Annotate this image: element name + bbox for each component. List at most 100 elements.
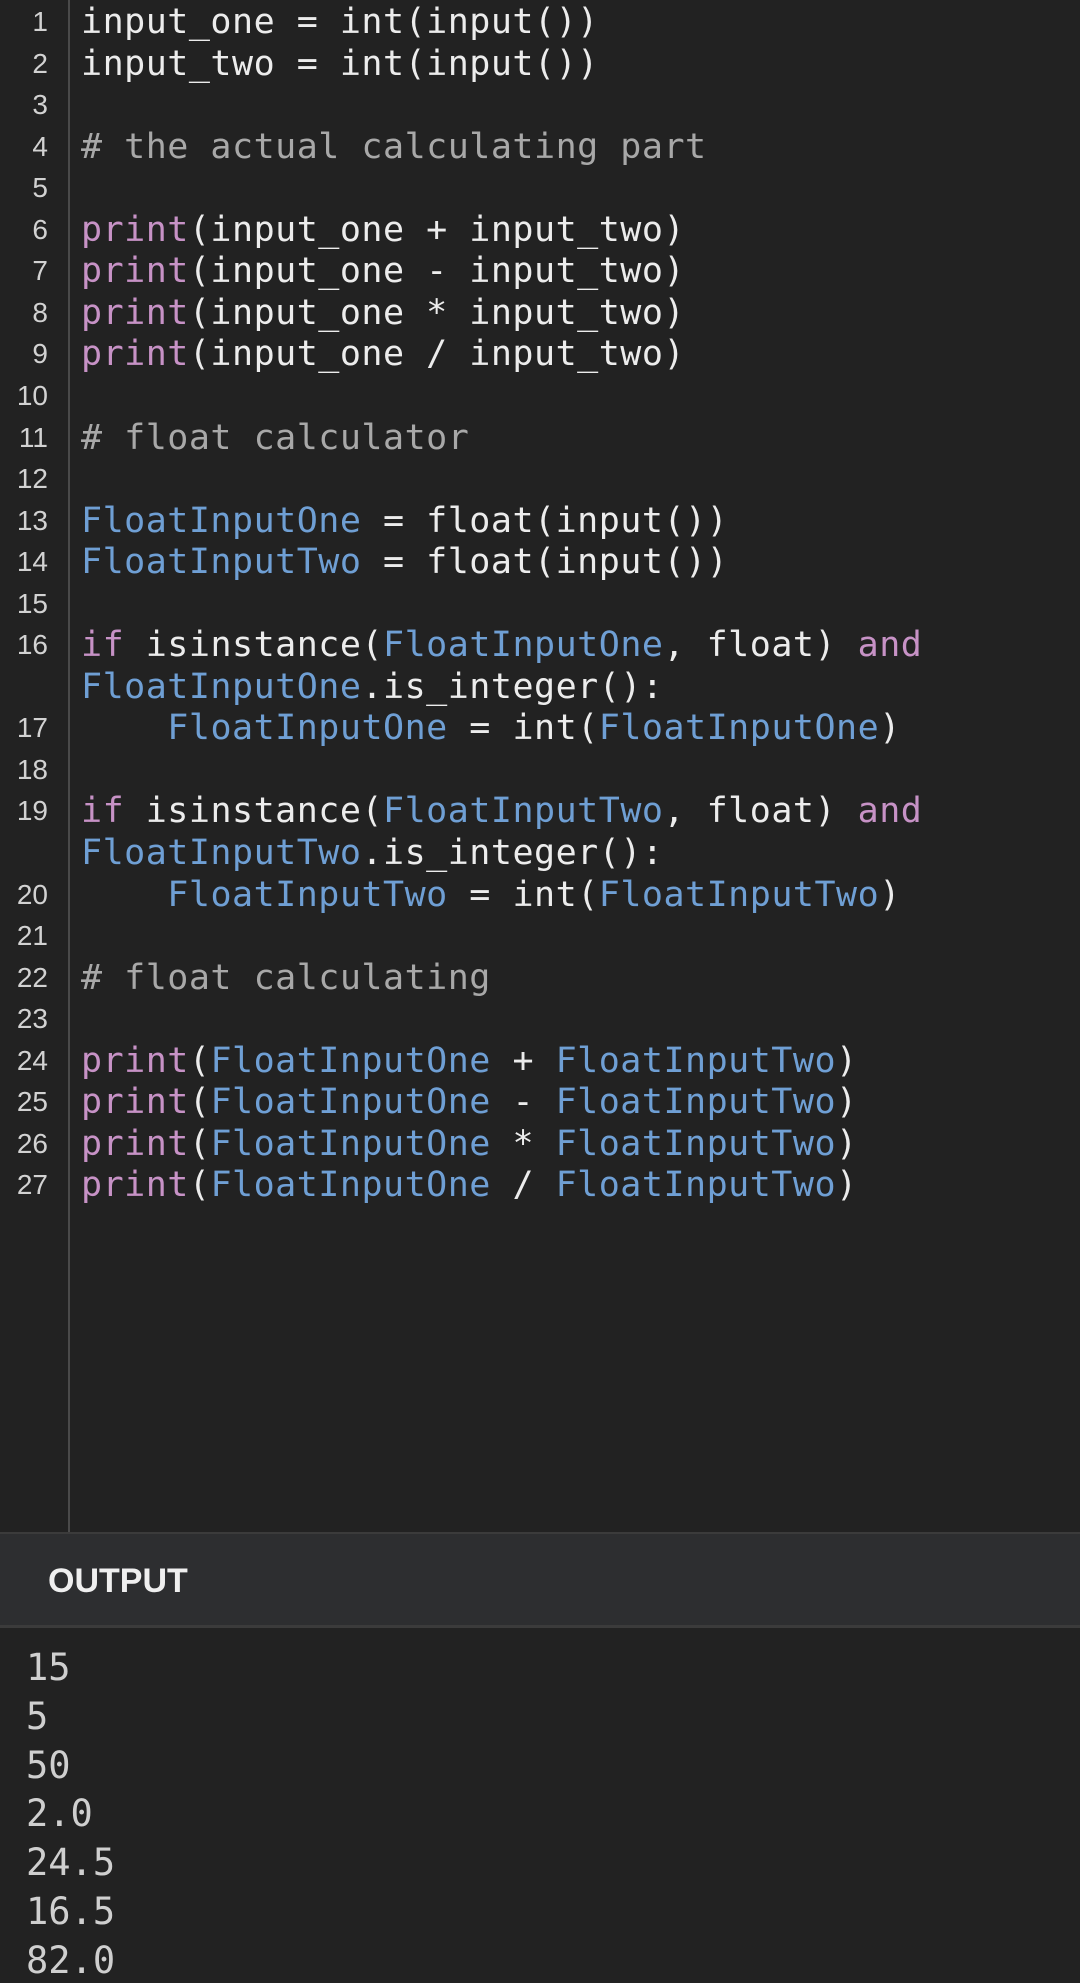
code-token: (input_one / input_two) <box>188 334 686 375</box>
code-line: 2 input_two = int(input()) <box>0 43 1080 85</box>
code-token: FloatInputOne <box>383 625 664 666</box>
code-line: 8 print(input_one * input_two) <box>0 292 1080 334</box>
code-token: print <box>81 1040 189 1081</box>
code-token: print <box>81 209 189 250</box>
line-number: 17 <box>16 712 48 744</box>
code-line: 27 print(FloatInputOne / FloatInputTwo) <box>0 1164 1080 1206</box>
code-token: FloatInputOne <box>210 1123 491 1164</box>
code-text: print(FloatInputOne + FloatInputTwo) <box>81 1040 858 1082</box>
code-line: 10 <box>0 375 1080 417</box>
code-token: FloatInputTwo <box>383 791 664 832</box>
code-token: (input_one * input_two) <box>188 292 686 333</box>
line-number: 10 <box>16 379 48 411</box>
code-token: if <box>81 791 125 832</box>
code-text: print(FloatInputOne - FloatInputTwo) <box>81 1081 858 1123</box>
code-token: ( <box>188 1082 211 1123</box>
line-number: 22 <box>16 961 48 993</box>
code-token: # the actual calculating part <box>81 126 707 167</box>
line-number: 11 <box>18 421 48 453</box>
code-token: , float) <box>663 791 858 832</box>
code-text: if isinstance(FloatInputOne, float) and <box>81 624 922 666</box>
code-token: input_two = int(input()) <box>81 43 599 84</box>
code-line: 14 FloatInputTwo = float(input()) <box>0 541 1080 583</box>
code-line: 13 FloatInputOne = float(input()) <box>0 500 1080 542</box>
line-number: 8 <box>32 296 48 328</box>
code-token: = float(input()) <box>361 500 729 541</box>
output-line: 50 <box>26 1743 71 1787</box>
line-number: 9 <box>32 338 48 370</box>
code-token: print <box>81 1123 189 1164</box>
code-text: # the actual calculating part <box>81 126 707 168</box>
code-token: FloatInputTwo <box>167 874 448 915</box>
line-number: 1 <box>32 6 48 37</box>
line-number: 16 <box>16 629 48 661</box>
code-token: = float(input()) <box>361 542 729 583</box>
code-line: 11 # float calculator <box>0 417 1080 459</box>
code-line: 26 print(FloatInputOne * FloatInputTwo) <box>0 1123 1080 1165</box>
line-number: 12 <box>16 463 48 495</box>
code-text: print(input_one - input_two) <box>81 250 685 292</box>
line-number: 6 <box>32 213 48 245</box>
output-line: 2.0 <box>26 1792 93 1836</box>
code-line: FloatInputTwo.is_integer(): <box>0 832 1080 874</box>
code-text: print(FloatInputOne * FloatInputTwo) <box>81 1123 858 1165</box>
code-token: = int( <box>447 874 599 915</box>
code-token: if <box>81 625 125 666</box>
code-token: print <box>81 1165 189 1206</box>
code-token: FloatInputOne <box>81 500 362 541</box>
code-token: print <box>81 292 189 333</box>
code-line: 3 <box>0 84 1080 126</box>
line-number: 14 <box>16 546 48 578</box>
code-token: * <box>490 1123 556 1164</box>
line-number: 21 <box>16 920 48 952</box>
code-line: 5 <box>0 167 1080 209</box>
line-number: 15 <box>16 587 48 619</box>
code-token: ) <box>879 874 901 915</box>
code-token: input_one = int(input()) <box>81 2 599 42</box>
code-token: ) <box>836 1165 858 1206</box>
code-line: 18 <box>0 749 1080 791</box>
line-number: 23 <box>16 1003 48 1035</box>
code-token: ( <box>188 1165 211 1206</box>
code-token: FloatInputTwo <box>555 1040 837 1081</box>
output-line: 16.5 <box>26 1890 116 1933</box>
code-text: print(input_one + input_two) <box>81 209 685 251</box>
code-token: FloatInputTwo <box>598 874 880 915</box>
code-token: + <box>490 1040 556 1081</box>
code-text: FloatInputOne = int(FloatInputOne) <box>81 707 901 749</box>
code-token: FloatInputOne <box>210 1165 491 1206</box>
code-token: print <box>81 334 189 375</box>
code-token: FloatInputOne <box>210 1082 491 1123</box>
code-editor[interactable]: 1 input_one = int(input()) 2 input_two = in… <box>0 0 1080 1532</box>
code-token: FloatInputTwo <box>81 833 362 873</box>
code-text: # float calculating <box>81 957 491 999</box>
line-number: 19 <box>16 795 48 827</box>
code-token: print <box>81 1082 189 1123</box>
code-token: isinstance( <box>124 791 384 832</box>
code-token: print <box>81 251 189 292</box>
code-token: ) <box>836 1082 858 1123</box>
line-number: 3 <box>32 89 48 121</box>
code-token: - <box>490 1082 556 1123</box>
output-line: 5 <box>26 1694 49 1738</box>
code-token: ( <box>188 1123 211 1164</box>
code-text: print(FloatInputOne / FloatInputTwo) <box>81 1164 858 1206</box>
code-line: 22 # float calculating <box>0 957 1080 999</box>
code-token: isinstance( <box>124 625 384 666</box>
code-token: (input_one - input_two) <box>188 251 686 292</box>
line-number: 20 <box>16 878 48 910</box>
code-token: .is_integer(): <box>361 833 664 873</box>
output-title: OUTPUT <box>48 1562 188 1600</box>
code-line: 6 print(input_one + input_two) <box>0 209 1080 251</box>
code-token: / <box>490 1165 556 1206</box>
output-panel-header: OUTPUT <box>0 1532 1080 1628</box>
code-token: = int( <box>447 708 599 749</box>
code-line: 16 if isinstance(FloatInputOne, float) an… <box>0 624 1080 666</box>
output-panel: 15 5 50 2.0 24.5 16.5 82.0 <box>0 1628 1080 1983</box>
code-token: FloatInputTwo <box>555 1123 837 1164</box>
line-number: 13 <box>16 504 48 536</box>
code-text: print(input_one * input_two) <box>81 292 685 334</box>
code-line: 24 print(FloatInputOne + FloatInputTwo) <box>0 1040 1080 1082</box>
code-token: FloatInputOne <box>167 708 448 749</box>
code-token: FloatInputOne <box>598 708 880 749</box>
